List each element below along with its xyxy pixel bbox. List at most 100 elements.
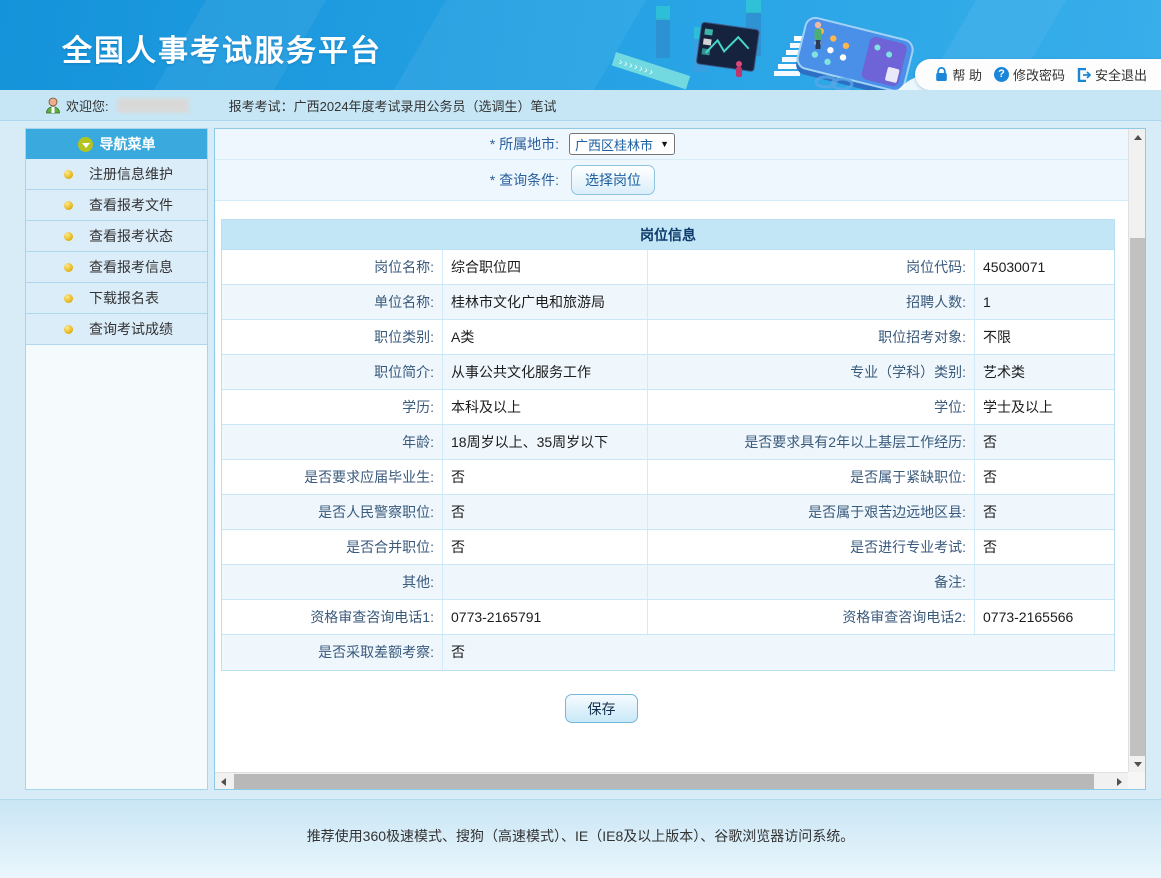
field-value: 否 (974, 460, 1114, 494)
chevron-down-icon: ▼ (660, 139, 669, 149)
scrollbar-corner (1128, 772, 1145, 789)
field-label: 是否采取差额考察: (222, 635, 442, 670)
field-value: 0773-2165791 (442, 600, 647, 634)
help-label: 帮 助 (952, 65, 982, 84)
sidebar-item-label: 下载报名表 (89, 288, 159, 308)
help-button[interactable]: 帮 助 (935, 65, 982, 84)
field-value: 从事公共文化服务工作 (442, 355, 647, 389)
sidebar-item[interactable]: 查看报考状态 (26, 221, 207, 252)
field-label: 其他: (222, 565, 442, 599)
query-form-row: * 查询条件: 选择岗位 (215, 160, 1128, 201)
table-row: 其他: 备注: (222, 565, 1114, 600)
field-label: 是否要求具有2年以上基层工作经历: (647, 425, 974, 459)
select-position-button[interactable]: 选择岗位 (571, 165, 655, 195)
field-value: 45030071 (974, 250, 1114, 284)
query-label: * 查询条件: (215, 170, 559, 190)
field-value (442, 565, 647, 599)
field-value (974, 565, 1114, 599)
scroll-up-button[interactable] (1129, 129, 1146, 145)
field-label: 备注: (647, 565, 974, 599)
sidebar-item-label: 查看报考状态 (89, 226, 173, 246)
exam-label: 报考考试：广西2024年度考试录用公务员（选调生）笔试 (229, 96, 557, 115)
field-value: 否 (974, 425, 1114, 459)
field-value: 本科及以上 (442, 390, 647, 424)
field-label: 学历: (222, 390, 442, 424)
city-select[interactable]: 广西区桂林市 ▼ (569, 133, 675, 155)
field-label: 职位简介: (222, 355, 442, 389)
field-label: 单位名称: (222, 285, 442, 319)
sidebar-item[interactable]: 查看报考文件 (26, 190, 207, 221)
page-footer: 推荐使用360极速模式、搜狗（高速模式）、IE（IE8及以上版本）、谷歌浏览器访… (0, 799, 1161, 878)
horizontal-scrollbar[interactable] (215, 772, 1128, 789)
scroll-left-button[interactable] (215, 773, 232, 790)
table-row: 岗位名称:综合职位四岗位代码:45030071 (222, 250, 1114, 285)
bullet-icon (64, 170, 73, 179)
table-title: 岗位信息 (222, 220, 1114, 250)
field-value: 0773-2165566 (974, 600, 1114, 634)
scroll-down-button[interactable] (1129, 756, 1146, 772)
utility-bar: 帮 助 ? 修改密码 安全退出 (915, 59, 1161, 90)
field-value: 不限 (974, 320, 1114, 354)
user-avatar-icon (45, 97, 61, 114)
table-row: 是否要求应届毕业生:否是否属于紧缺职位:否 (222, 460, 1114, 495)
field-value: 否 (974, 530, 1114, 564)
position-table-body: 岗位名称:综合职位四岗位代码:45030071单位名称:桂林市文化广电和旅游局招… (222, 250, 1114, 670)
logout-button[interactable]: 安全退出 (1077, 65, 1147, 84)
content-panel: * 所属地市: 广西区桂林市 ▼ * 查询条件: 选择岗位 岗位信息 岗位名称:… (214, 128, 1146, 790)
field-label: 是否属于紧缺职位: (647, 460, 974, 494)
app-header: ››››››› (0, 0, 1161, 90)
bullet-icon (64, 294, 73, 303)
table-row: 是否人民警察职位:否是否属于艰苦边远地区县:否 (222, 495, 1114, 530)
field-label: 学位: (647, 390, 974, 424)
triangle-left-icon (221, 778, 226, 786)
field-value: 综合职位四 (442, 250, 647, 284)
question-icon: ? (994, 67, 1009, 82)
sidebar-item[interactable]: 注册信息维护 (26, 159, 207, 190)
sidebar: 导航菜单 注册信息维护查看报考文件查看报考状态查看报考信息下载报名表查询考试成绩 (25, 128, 208, 790)
field-value: 否 (974, 495, 1114, 529)
vertical-scroll-thumb[interactable] (1130, 238, 1145, 756)
field-label: 资格审查咨询电话1: (222, 600, 442, 634)
field-label: 招聘人数: (647, 285, 974, 319)
welcome-label: 欢迎您: (66, 96, 109, 115)
save-button[interactable]: 保存 (565, 694, 638, 723)
field-value: 18周岁以上、35周岁以下 (442, 425, 647, 459)
field-label: 职位招考对象: (647, 320, 974, 354)
change-password-button[interactable]: ? 修改密码 (994, 65, 1065, 84)
field-label: 职位类别: (222, 320, 442, 354)
horizontal-scroll-thumb[interactable] (234, 774, 1094, 789)
table-row: 是否合并职位:否是否进行专业考试:否 (222, 530, 1114, 565)
field-label: 年龄: (222, 425, 442, 459)
content-area: * 所属地市: 广西区桂林市 ▼ * 查询条件: 选择岗位 岗位信息 岗位名称:… (215, 129, 1128, 772)
sidebar-header[interactable]: 导航菜单 (26, 129, 207, 159)
field-label: 专业（学科）类别: (647, 355, 974, 389)
logout-label: 安全退出 (1095, 65, 1147, 84)
field-value: 否 (442, 635, 1114, 670)
triangle-up-icon (1134, 135, 1142, 140)
sidebar-item[interactable]: 查看报考信息 (26, 252, 207, 283)
browser-recommendation: 推荐使用360极速模式、搜狗（高速模式）、IE（IE8及以上版本）、谷歌浏览器访… (0, 800, 1161, 846)
triangle-down-icon (1134, 762, 1142, 767)
field-label: 是否要求应届毕业生: (222, 460, 442, 494)
field-label: 资格审查咨询电话2: (647, 600, 974, 634)
position-table: 岗位信息 岗位名称:综合职位四岗位代码:45030071单位名称:桂林市文化广电… (221, 219, 1115, 671)
table-row: 年龄:18周岁以上、35周岁以下是否要求具有2年以上基层工作经历:否 (222, 425, 1114, 460)
bullet-icon (64, 263, 73, 272)
save-row: 保存 (215, 694, 1128, 723)
field-value: 艺术类 (974, 355, 1114, 389)
username-redacted (117, 98, 189, 113)
bullet-icon (64, 201, 73, 210)
city-select-value: 广西区桂林市 (575, 135, 653, 154)
sidebar-item-label: 查看报考信息 (89, 257, 173, 277)
field-value: 否 (442, 495, 647, 529)
field-value: 桂林市文化广电和旅游局 (442, 285, 647, 319)
sidebar-item-label: 查看报考文件 (89, 195, 173, 215)
sidebar-header-label: 导航菜单 (100, 134, 156, 154)
sidebar-item[interactable]: 查询考试成绩 (26, 314, 207, 345)
field-value: 否 (442, 460, 647, 494)
logout-icon (1077, 68, 1091, 82)
scroll-right-button[interactable] (1111, 773, 1128, 790)
sidebar-item[interactable]: 下载报名表 (26, 283, 207, 314)
welcome-bar: 欢迎您: 报考考试：广西2024年度考试录用公务员（选调生）笔试 (0, 90, 1161, 121)
vertical-scrollbar[interactable] (1128, 129, 1145, 772)
